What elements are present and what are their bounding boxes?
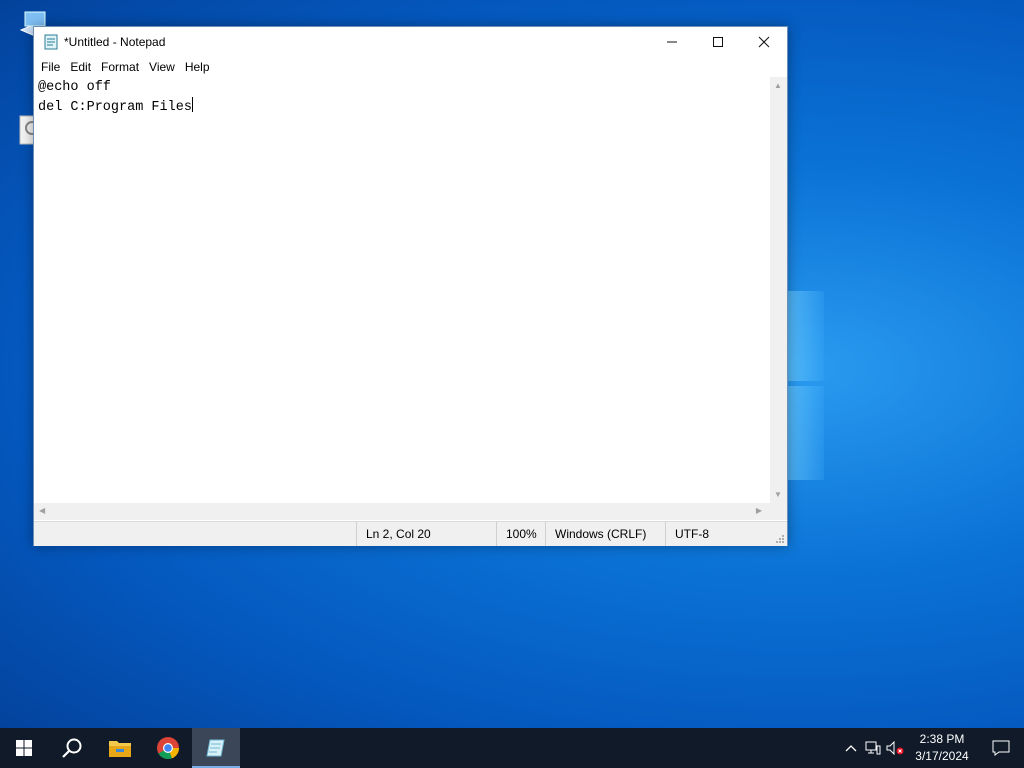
menu-edit[interactable]: Edit <box>65 58 96 76</box>
maximize-button[interactable] <box>695 27 741 57</box>
chevron-up-icon <box>845 745 857 752</box>
close-button[interactable] <box>741 27 787 57</box>
taskbar-notepad[interactable] <box>192 728 240 768</box>
text-caret <box>191 97 193 112</box>
volume-muted-icon <box>886 741 904 755</box>
notepad-icon <box>206 739 225 757</box>
network-button[interactable] <box>862 728 884 768</box>
volume-button[interactable] <box>884 728 906 768</box>
menu-view[interactable]: View <box>144 58 180 76</box>
scroll-down-icon[interactable]: ▼ <box>774 490 782 499</box>
notification-icon <box>992 740 1010 756</box>
scroll-left-icon[interactable]: ◀ <box>39 506 45 515</box>
editor-content[interactable]: @echo off del C:Program Files <box>34 77 770 119</box>
notepad-window[interactable]: *Untitled - Notepad File Edit Format Vie… <box>33 26 788 546</box>
network-icon <box>865 741 881 755</box>
resize-grip-icon[interactable] <box>775 534 785 544</box>
menu-bar: File Edit Format View Help <box>34 57 787 77</box>
menu-help[interactable]: Help <box>180 58 215 76</box>
status-zoom: 100% <box>496 522 546 546</box>
notepad-icon <box>44 34 58 50</box>
text-line: del C:Program Files <box>38 100 192 115</box>
vertical-scrollbar[interactable]: ▲ ▼ <box>770 77 787 503</box>
action-center-button[interactable] <box>978 728 1024 768</box>
window-title: *Untitled - Notepad <box>64 35 166 49</box>
clock-time: 2:38 PM <box>919 732 965 746</box>
taskbar: 2:38 PM 3/17/2024 <box>0 728 1024 768</box>
win-logo-beam-bottom <box>786 386 824 480</box>
status-encoding: UTF-8 <box>665 522 755 546</box>
taskbar-chrome[interactable] <box>144 728 192 768</box>
search-button[interactable] <box>48 728 96 768</box>
search-icon <box>62 738 82 758</box>
minimize-icon <box>667 41 677 43</box>
menu-format[interactable]: Format <box>96 58 144 76</box>
maximize-icon <box>713 37 723 47</box>
close-icon <box>758 36 770 48</box>
file-explorer-icon <box>109 741 131 757</box>
status-bar: Ln 2, Col 20 100% Windows (CRLF) UTF-8 <box>34 521 787 546</box>
horizontal-scrollbar[interactable]: ◀ ▶ <box>34 503 770 520</box>
taskbar-clock[interactable]: 2:38 PM 3/17/2024 <box>906 731 978 765</box>
scroll-up-icon[interactable]: ▲ <box>774 81 782 90</box>
title-bar[interactable]: *Untitled - Notepad <box>34 27 787 57</box>
scrollbar-corner <box>770 503 787 520</box>
scroll-right-icon[interactable]: ▶ <box>756 506 762 515</box>
text-line: @echo off <box>38 80 111 95</box>
show-hidden-icons-button[interactable] <box>840 728 862 768</box>
status-line-ending: Windows (CRLF) <box>545 522 665 546</box>
text-editor[interactable]: @echo off del C:Program Files <box>34 77 770 503</box>
menu-file[interactable]: File <box>36 58 65 76</box>
minimize-button[interactable] <box>649 27 695 57</box>
chrome-icon <box>157 737 180 760</box>
start-icon <box>16 740 32 756</box>
system-tray: 2:38 PM 3/17/2024 <box>840 728 1024 768</box>
status-cursor-position: Ln 2, Col 20 <box>356 522 496 546</box>
start-button[interactable] <box>0 728 48 768</box>
clock-date: 3/17/2024 <box>915 749 969 763</box>
win-logo-beam-top <box>786 291 824 381</box>
taskbar-file-explorer[interactable] <box>96 728 144 768</box>
